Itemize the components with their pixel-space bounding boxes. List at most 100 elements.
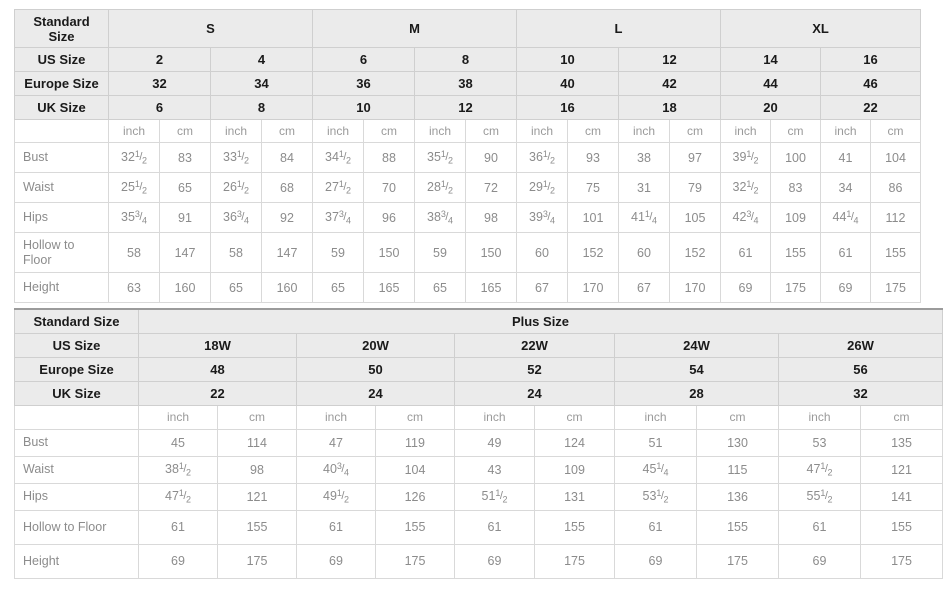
- table-row: Hollow to Floor 58 147 58 147 59 150 59 150 60 152…: [14, 232, 921, 273]
- measurement-inch-cell: 63: [108, 272, 160, 303]
- measurement-inch-cell: 393/4: [516, 202, 568, 233]
- plus-europe-size-1: 50: [296, 356, 455, 382]
- measurement-inch-cell: 65: [312, 272, 364, 303]
- measurement-inch-cell: 61: [778, 509, 861, 545]
- plus-uk-size-2: 24: [454, 380, 615, 406]
- table-row: Bust 321/2 83 331/2 84 341/2 88 351/2 90 361/2 93 3…: [14, 142, 921, 173]
- measurement-inch-cell: 31: [618, 172, 670, 203]
- unit-cm-6: cm: [770, 119, 821, 143]
- measurement-inch-cell: 51: [614, 428, 697, 457]
- plus-uk-size-4: 32: [778, 380, 943, 406]
- plus-europe-size-2: 52: [454, 356, 615, 382]
- measurement-inch-cell: 59: [414, 232, 466, 273]
- measurement-inch-cell: 251/2: [108, 172, 160, 203]
- header-plus-standard-size: Standard Size: [14, 308, 139, 334]
- measurement-inch-cell: 471/2: [138, 482, 218, 511]
- measurement-inch-cell: 61: [454, 509, 535, 545]
- measurement-label: Waist: [14, 172, 109, 203]
- measurement-label: Height: [14, 272, 109, 303]
- plus-uk-size-1: 24: [296, 380, 455, 406]
- measurement-inch-cell: 69: [454, 543, 535, 579]
- measurement-inch-cell: 34: [820, 172, 871, 203]
- measurement-cm-cell: 175: [696, 543, 779, 579]
- europe-size-3: 38: [414, 71, 517, 96]
- plus-europe-size-0: 48: [138, 356, 297, 382]
- measurement-cm-cell: 175: [860, 543, 943, 579]
- row-label-uk-size: UK Size: [14, 95, 109, 120]
- group-header-l: L: [516, 9, 721, 48]
- measurement-cm-cell: 121: [860, 455, 943, 484]
- us-size-7: 16: [820, 47, 921, 72]
- measurement-cm-cell: 175: [217, 543, 297, 579]
- measurement-inch-cell: 65: [414, 272, 466, 303]
- uk-size-2: 10: [312, 95, 415, 120]
- measurement-inch-cell: 353/4: [108, 202, 160, 233]
- measurement-inch-cell: 59: [312, 232, 364, 273]
- measurement-cm-cell: 112: [870, 202, 921, 233]
- measurement-inch-cell: 38: [618, 142, 670, 173]
- unit-cm-5: cm: [669, 119, 721, 143]
- europe-size-0: 32: [108, 71, 211, 96]
- measurement-label: Height: [14, 543, 139, 579]
- us-size-1: 4: [210, 47, 313, 72]
- unit-inch-3: inch: [414, 119, 466, 143]
- table-row-plus-uk-size: UK Size 22 24 24 28 32: [14, 380, 943, 406]
- unit-inch-4: inch: [516, 119, 568, 143]
- europe-size-6: 44: [720, 71, 821, 96]
- measurement-inch-cell: 411/4: [618, 202, 670, 233]
- uk-size-6: 20: [720, 95, 821, 120]
- unit-inch-6: inch: [720, 119, 771, 143]
- measurement-inch-cell: 65: [210, 272, 262, 303]
- unit-cm-7: cm: [870, 119, 921, 143]
- unit-inch-2: inch: [312, 119, 364, 143]
- plus-unit-inch-0: inch: [138, 404, 218, 430]
- plus-unit-cm-2: cm: [534, 404, 615, 430]
- unit-cm-1: cm: [261, 119, 313, 143]
- plus-measurement-rows: Bust 45 114 47 119 49 124 51 130 53 135 Waist 381/2 9…: [14, 428, 943, 579]
- measurement-inch-cell: 381/2: [138, 455, 218, 484]
- measurement-inch-cell: 551/2: [778, 482, 861, 511]
- measurement-cm-cell: 70: [363, 172, 415, 203]
- measurement-inch-cell: 291/2: [516, 172, 568, 203]
- measurement-inch-cell: 451/4: [614, 455, 697, 484]
- unit-cm-4: cm: [567, 119, 619, 143]
- measurement-inch-cell: 281/2: [414, 172, 466, 203]
- measurement-inch-cell: 423/4: [720, 202, 771, 233]
- measurement-inch-cell: 491/2: [296, 482, 376, 511]
- unit-cm-3: cm: [465, 119, 517, 143]
- plus-unit-inch-2: inch: [454, 404, 535, 430]
- measurement-cm-cell: 124: [534, 428, 615, 457]
- measurement-cm-cell: 155: [375, 509, 455, 545]
- measurement-inch-cell: 321/2: [720, 172, 771, 203]
- measurement-inch-cell: 471/2: [778, 455, 861, 484]
- table-row-plus-standard-size: Standard Size Plus Size: [14, 308, 943, 334]
- measurement-inch-cell: 61: [296, 509, 376, 545]
- measurement-cm-cell: 131: [534, 482, 615, 511]
- table-row: Hips 353/4 91 363/4 92 373/4 96 383/4 98 393/4 101…: [14, 202, 921, 233]
- us-size-6: 14: [720, 47, 821, 72]
- measurement-cm-cell: 101: [567, 202, 619, 233]
- us-size-2: 6: [312, 47, 415, 72]
- measurement-inch-cell: 363/4: [210, 202, 262, 233]
- measurement-label: Waist: [14, 455, 139, 484]
- measurement-inch-cell: 49: [454, 428, 535, 457]
- measurement-cm-cell: 165: [363, 272, 415, 303]
- size-chart-page: Standard Size S M L XL US Size 2 4 6 8 10…: [0, 0, 952, 599]
- table-row: Height 69 175 69 175 69 175 69 175 69 175: [14, 543, 943, 579]
- standard-size-table: Standard Size S M L XL US Size 2 4 6 8 10…: [14, 9, 921, 303]
- measurement-inch-cell: 271/2: [312, 172, 364, 203]
- plus-unit-inch-4: inch: [778, 404, 861, 430]
- measurement-cm-cell: 98: [217, 455, 297, 484]
- measurement-inch-cell: 61: [820, 232, 871, 273]
- measurement-cm-cell: 126: [375, 482, 455, 511]
- measurement-inch-cell: 391/2: [720, 142, 771, 173]
- measurement-inch-cell: 41: [820, 142, 871, 173]
- measurement-cm-cell: 68: [261, 172, 313, 203]
- measurement-inch-cell: 58: [210, 232, 262, 273]
- measurement-cm-cell: 170: [567, 272, 619, 303]
- measurement-cm-cell: 147: [159, 232, 211, 273]
- measurement-label: Hips: [14, 202, 109, 233]
- measurement-cm-cell: 109: [534, 455, 615, 484]
- us-size-4: 10: [516, 47, 619, 72]
- measurement-inch-cell: 69: [778, 543, 861, 579]
